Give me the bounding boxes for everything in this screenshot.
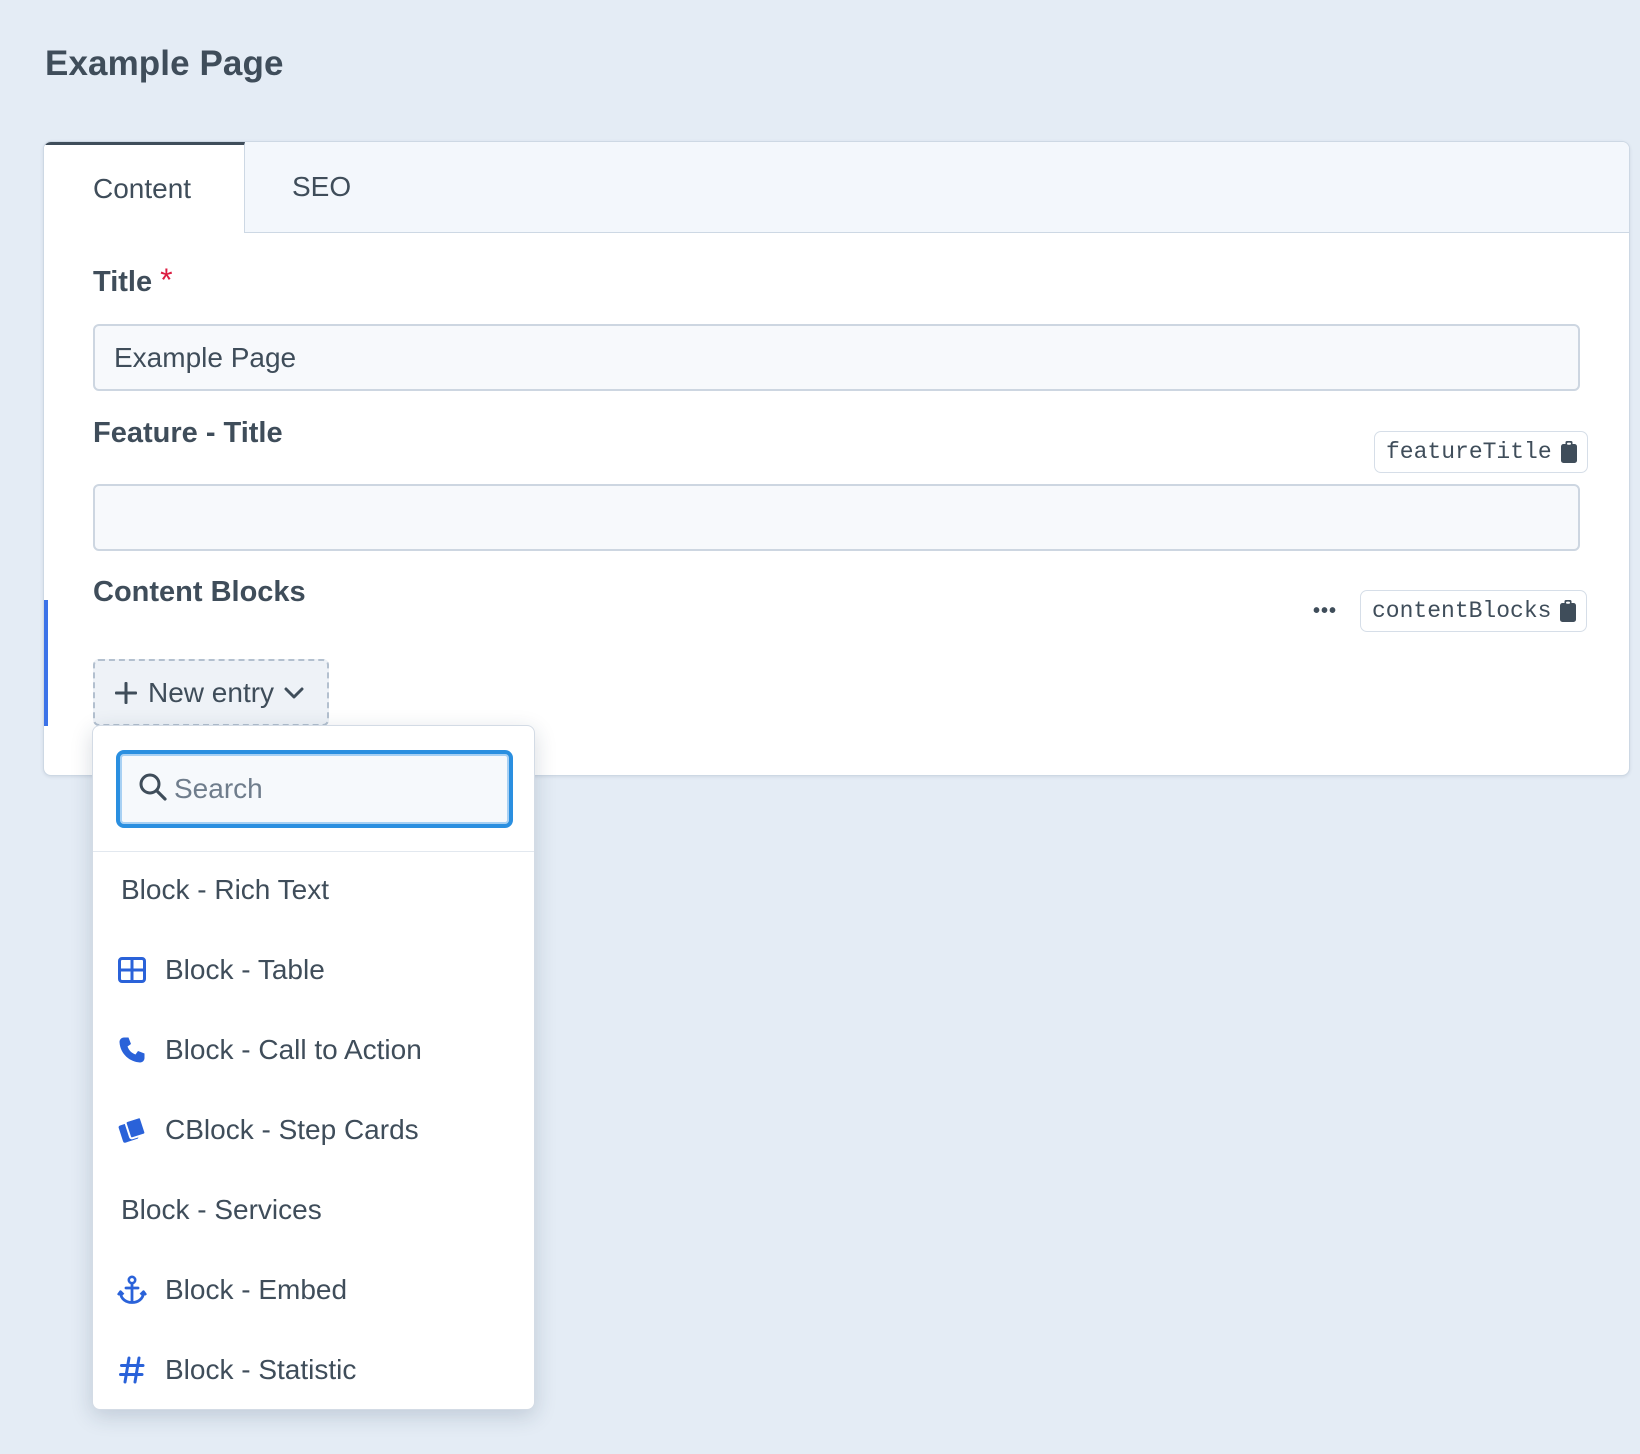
menu-item-label: Block - Embed <box>165 1274 348 1305</box>
phone-icon <box>117 1035 147 1065</box>
menu-item-label: CBlock - Step Cards <box>165 1114 419 1145</box>
tab-seo-label: SEO <box>292 171 352 202</box>
tab-seo[interactable]: SEO <box>292 142 412 232</box>
field-selection-indicator <box>44 600 48 726</box>
tab-content-label: Content <box>93 173 192 204</box>
content-blocks-field-label: Content Blocks <box>93 576 306 608</box>
feature-title-handle: featureTitle <box>1386 439 1552 465</box>
menu-item-label: Block - Services <box>121 1194 322 1225</box>
title-input[interactable] <box>93 324 1580 391</box>
search-input[interactable] <box>174 762 494 816</box>
menu-item-services[interactable]: Block - Services <box>93 1177 534 1243</box>
menu-item-label: Block - Statistic <box>165 1354 357 1385</box>
search-icon <box>138 772 168 807</box>
chevron-down-icon <box>284 686 304 700</box>
cards-icon <box>117 1115 147 1145</box>
menu-divider <box>93 851 534 852</box>
more-actions-button[interactable]: ••• <box>1304 590 1346 632</box>
feature-title-handle-button[interactable]: featureTitle <box>1374 431 1588 473</box>
tab-bar: Content SEO <box>44 142 1629 233</box>
page-title: Example Page <box>45 44 284 83</box>
hashtag-icon <box>117 1355 147 1385</box>
content-blocks-handle-button[interactable]: contentBlocks <box>1360 590 1588 632</box>
menu-item-embed[interactable]: Block - Embed <box>93 1257 534 1323</box>
menu-item-table[interactable]: Block - Table <box>93 937 534 1003</box>
table-icon <box>117 955 147 985</box>
menu-item-call-to-action[interactable]: Block - Call to Action <box>93 1017 534 1083</box>
anchor-icon <box>117 1275 147 1305</box>
menu-item-rich-text[interactable]: Block - Rich Text <box>93 857 534 923</box>
clipboard-icon <box>1560 441 1577 463</box>
required-asterisk: * <box>160 262 173 298</box>
search-field[interactable] <box>116 750 513 828</box>
entry-form-card: Content SEO Title* Feature - Title featu… <box>43 141 1630 776</box>
new-entry-button[interactable]: New entry <box>93 659 329 726</box>
menu-item-step-cards[interactable]: CBlock - Step Cards <box>93 1097 534 1163</box>
menu-item-label: Block - Call to Action <box>165 1034 422 1065</box>
title-label-text: Title <box>93 266 153 298</box>
title-field-label: Title * <box>93 262 173 299</box>
menu-item-label: Block - Table <box>165 954 325 985</box>
content-blocks-handle: contentBlocks <box>1372 598 1552 624</box>
feature-title-input[interactable] <box>93 484 1580 551</box>
tab-content[interactable]: Content <box>44 142 245 233</box>
plus-icon <box>114 681 138 705</box>
new-entry-label: New entry <box>148 676 275 708</box>
menu-item-label: Block - Rich Text <box>121 874 329 905</box>
feature-title-field-label: Feature - Title <box>93 417 283 449</box>
new-entry-dropdown-menu: Block - Rich Text Block - Table Block - … <box>92 725 535 1410</box>
menu-item-statistic[interactable]: Block - Statistic <box>93 1337 534 1403</box>
clipboard-icon <box>1560 600 1577 622</box>
more-icon: ••• <box>1312 599 1337 622</box>
